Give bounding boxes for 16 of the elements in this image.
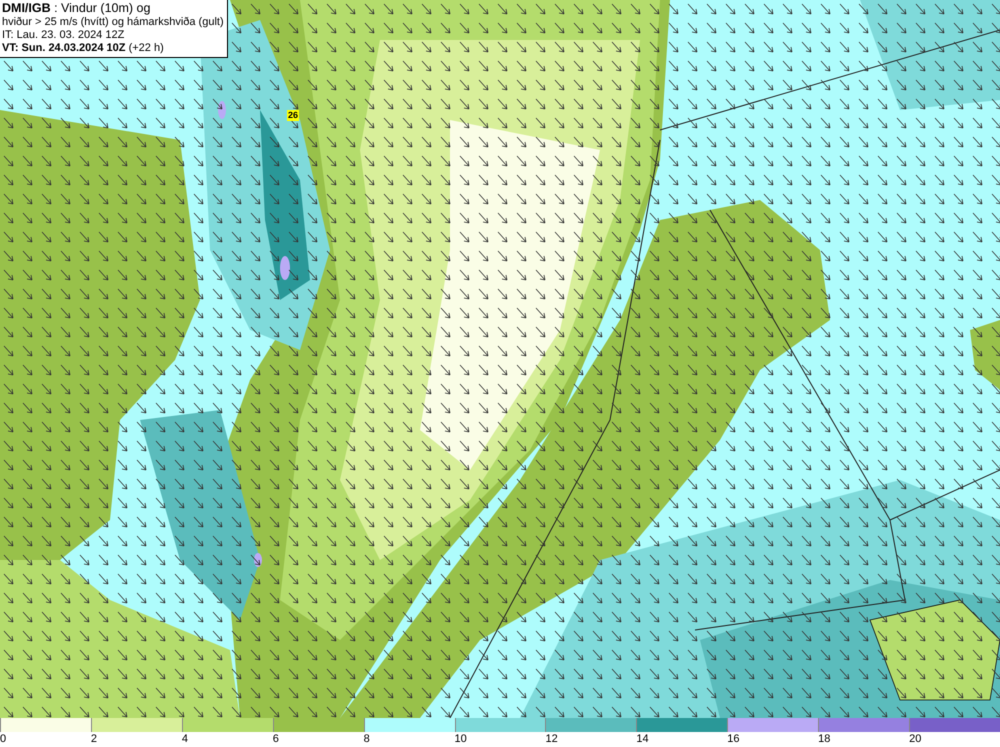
legend-tick-label: 0: [0, 732, 6, 746]
title-line: IT: Lau. 23. 03. 2024 12Z: [2, 29, 126, 42]
legend-tick-label: 8: [364, 732, 370, 746]
legend-tick-label: 14: [636, 732, 649, 746]
title-line: DMI/IGB : Vindur (10m) og: [2, 1, 152, 16]
legend-tick-label: 2: [90, 732, 98, 746]
legend-tick-label: 12: [545, 732, 558, 746]
title-line: VT: Sun. 24.03.2024 10Z (+22 h): [2, 42, 165, 55]
max-gust-label: 26: [287, 110, 300, 121]
legend-tick-label: 6: [272, 732, 279, 746]
legend-tick-label: 4: [182, 732, 188, 746]
legend-tick-label: 20: [909, 732, 922, 746]
title-line: hviður > 25 m/s (hvítt) og hámarkshviða (gult): [2, 16, 224, 29]
legend-tick-label: 10: [454, 732, 467, 746]
legend-tick-label: 16: [727, 732, 740, 746]
legend-tick-label: 18: [818, 732, 830, 746]
